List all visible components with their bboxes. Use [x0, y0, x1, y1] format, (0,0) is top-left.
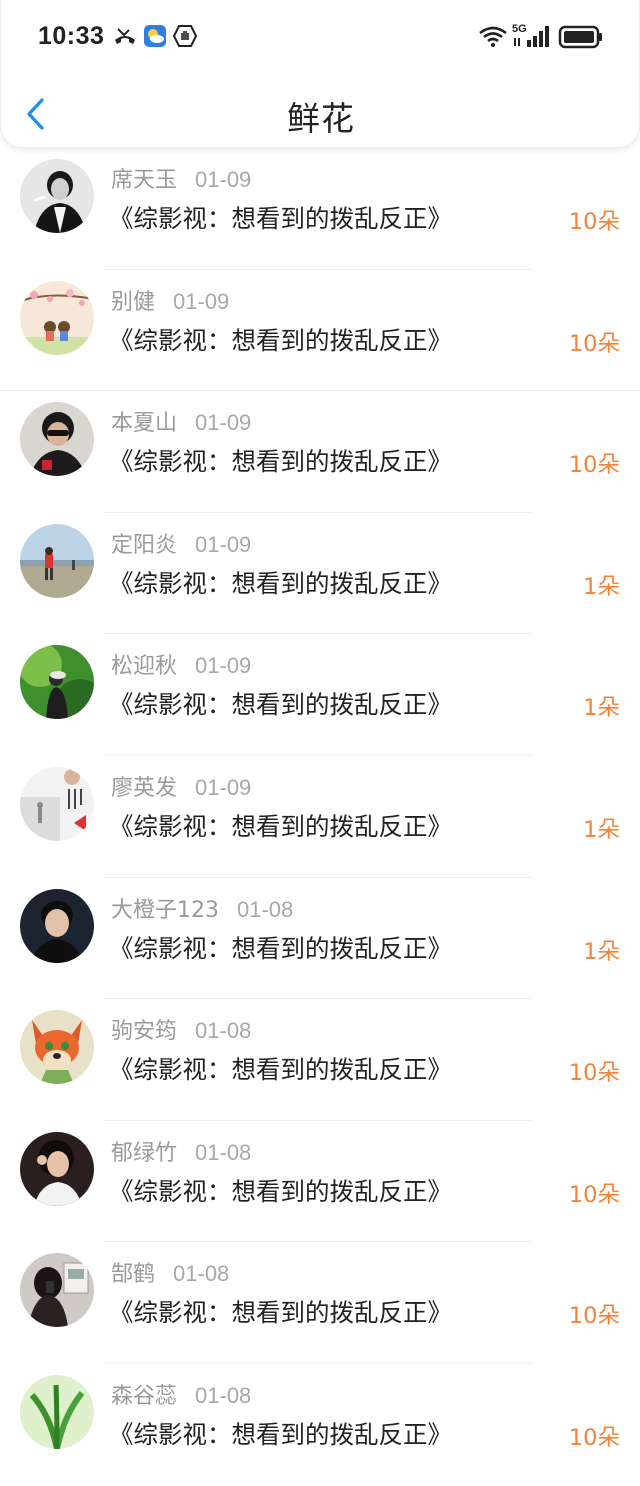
list-item[interactable]: 森谷蕊 01-08 《综影视：想看到的拨乱反正》 10朵 — [0, 1364, 640, 1486]
avatar[interactable] — [20, 1253, 94, 1328]
flower-count: 1朵 — [583, 573, 620, 600]
hand-shield-icon — [173, 25, 197, 47]
user-name: 松迎秋 01-09 — [111, 648, 251, 680]
wifi-icon — [479, 26, 507, 47]
page-title: 鲜花 — [287, 99, 355, 138]
gift-date: 01-09 — [195, 531, 252, 557]
list-item[interactable]: 廖英发 01-09 《综影视：想看到的拨乱反正》 1朵 — [0, 756, 640, 878]
user-name: 大橙子123 01-08 — [111, 892, 293, 924]
user-name-text: 大橙子123 — [111, 897, 219, 923]
user-name: 别健 01-09 — [111, 284, 229, 316]
user-name-text: 松迎秋 — [111, 654, 178, 680]
gift-date: 01-08 — [173, 1261, 230, 1287]
user-name-text: 郜鹤 — [111, 1262, 156, 1288]
avatar[interactable] — [20, 766, 94, 841]
status-bar: 10:33 5G — [0, 0, 640, 72]
signal-icon — [514, 26, 549, 47]
gift-date: 01-09 — [195, 167, 252, 192]
book-title: 《综影视：想看到的拨乱反正》 — [109, 690, 452, 720]
flower-count: 10朵 — [568, 1181, 620, 1208]
gift-date: 01-09 — [195, 774, 252, 800]
gift-date: 01-08 — [237, 896, 294, 922]
flower-list: 席天玉 01-09 《综影视：想看到的拨乱反正》 10朵 别健 01-09 《综影视… — [0, 148, 640, 1486]
gift-date: 01-08 — [195, 1018, 252, 1044]
avatar[interactable] — [20, 523, 94, 598]
user-name-text: 驹安筠 — [111, 1019, 178, 1045]
user-name-text: 廖英发 — [111, 775, 178, 801]
book-title: 《综影视：想看到的拨乱反正》 — [109, 1055, 452, 1085]
battery-icon — [558, 25, 602, 49]
book-title: 《综影视：想看到的拨乱反正》 — [109, 1419, 452, 1449]
book-title: 《综影视：想看到的拨乱反正》 — [109, 325, 452, 355]
book-title: 《综影视：想看到的拨乱反正》 — [109, 1298, 452, 1328]
user-name-text: 本夏山 — [111, 411, 178, 437]
gift-date: 01-09 — [195, 653, 252, 679]
flower-count: 10朵 — [568, 1060, 620, 1087]
user-name-text: 森谷蕊 — [111, 1383, 178, 1409]
user-name-text: 郁绿竹 — [111, 1140, 178, 1166]
user-name: 郜鹤 01-08 — [111, 1256, 229, 1288]
list-item[interactable]: 定阳炎 01-09 《综影视：想看到的拨乱反正》 1朵 — [0, 513, 640, 635]
flower-count: 1朵 — [583, 816, 620, 843]
flower-count: 10朵 — [568, 209, 620, 235]
list-item[interactable]: 松迎秋 01-09 《综影视：想看到的拨乱反正》 1朵 — [0, 634, 640, 756]
avatar[interactable] — [20, 1131, 94, 1206]
list-item[interactable]: 席天玉 01-09 《综影视：想看到的拨乱反正》 10朵 — [0, 148, 640, 270]
book-title: 《综影视：想看到的拨乱反正》 — [109, 811, 452, 841]
gift-date: 01-09 — [173, 288, 230, 314]
user-name: 郁绿竹 01-08 — [111, 1135, 251, 1167]
flower-count: 10朵 — [568, 1303, 620, 1330]
flower-count: 10朵 — [568, 330, 620, 357]
list-item[interactable]: 别健 01-09 《综影视：想看到的拨乱反正》 10朵 — [0, 270, 640, 392]
user-name-text: 席天玉 — [111, 168, 178, 193]
missed-call-icon — [115, 28, 135, 44]
user-name: 廖英发 01-09 — [111, 770, 251, 802]
list-item[interactable]: 大橙子123 01-08 《综影视：想看到的拨乱反正》 1朵 — [0, 878, 640, 1000]
flower-count: 10朵 — [568, 1424, 620, 1451]
avatar[interactable] — [20, 888, 94, 963]
book-title: 《综影视：想看到的拨乱反正》 — [109, 447, 452, 477]
flower-count: 1朵 — [583, 695, 620, 722]
avatar[interactable] — [20, 402, 94, 477]
gift-date: 01-09 — [195, 410, 252, 436]
avatar[interactable] — [20, 159, 94, 233]
list-item[interactable]: 本夏山 01-09 《综影视：想看到的拨乱反正》 10朵 — [0, 391, 640, 513]
status-time: 10:33 — [38, 22, 105, 50]
list-item[interactable]: 郜鹤 01-08 《综影视：想看到的拨乱反正》 10朵 — [0, 1242, 640, 1364]
list-item[interactable]: 郁绿竹 01-08 《综影视：想看到的拨乱反正》 10朵 — [0, 1121, 640, 1243]
book-title: 《综影视：想看到的拨乱反正》 — [109, 1176, 452, 1206]
gift-date: 01-08 — [195, 1139, 252, 1165]
book-title: 《综影视：想看到的拨乱反正》 — [109, 204, 452, 233]
avatar[interactable] — [20, 280, 94, 355]
flower-count: 10朵 — [568, 452, 620, 479]
flower-count: 1朵 — [583, 938, 620, 965]
gift-date: 01-08 — [195, 1382, 252, 1408]
list-item[interactable]: 驹安筠 01-08 《综影视：想看到的拨乱反正》 10朵 — [0, 999, 640, 1121]
book-title: 《综影视：想看到的拨乱反正》 — [109, 933, 452, 963]
user-name-text: 别健 — [111, 289, 156, 315]
user-name: 席天玉 01-09 — [111, 162, 251, 194]
weather-app-icon — [144, 25, 166, 47]
user-name: 本夏山 01-09 — [111, 405, 251, 437]
user-name: 森谷蕊 01-08 — [111, 1378, 251, 1410]
avatar[interactable] — [20, 645, 94, 720]
user-name: 定阳炎 01-09 — [111, 527, 251, 559]
avatar[interactable] — [20, 1010, 94, 1085]
avatar[interactable] — [20, 1374, 94, 1449]
user-name-text: 定阳炎 — [111, 532, 178, 558]
book-title: 《综影视：想看到的拨乱反正》 — [109, 568, 452, 598]
user-name: 驹安筠 01-08 — [111, 1013, 251, 1045]
